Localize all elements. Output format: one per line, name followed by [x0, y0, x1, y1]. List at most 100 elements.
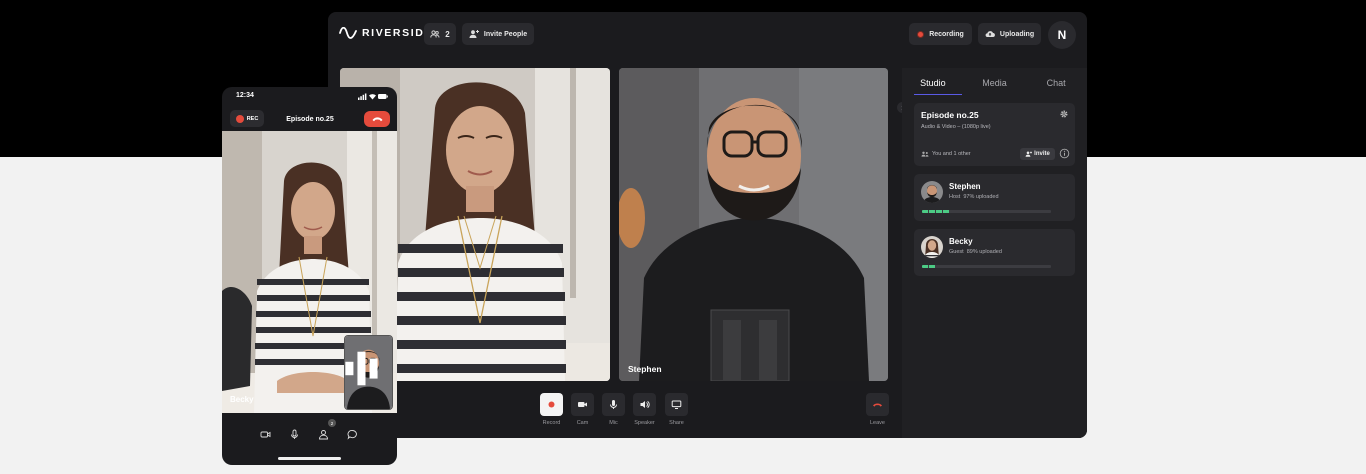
- stephen-video-feed: [619, 68, 888, 381]
- record-icon: [548, 401, 555, 408]
- recording-status-button[interactable]: Recording: [909, 23, 972, 45]
- phone-episode-title: Episode no.25: [286, 116, 334, 123]
- mic-control[interactable]: Mic: [602, 393, 625, 426]
- progress-segment: [929, 265, 935, 268]
- progress-segment: [936, 210, 942, 213]
- riverside-logo[interactable]: RIVERSIDE: [339, 25, 433, 41]
- mobile-app: 12:34 REC Episode no.25 Becky 2: [222, 87, 397, 465]
- progress-segment: [922, 210, 928, 213]
- invite-label: Invite People: [483, 30, 528, 38]
- control-bar: Record Cam Mic Speaker Share Leave: [328, 393, 898, 433]
- phone-camera-button[interactable]: [260, 429, 271, 440]
- tile-name-host: Stephen: [628, 364, 662, 374]
- people-icon: [921, 151, 929, 157]
- camera-icon: [260, 431, 271, 438]
- status-bar-time: 12:34: [236, 92, 254, 99]
- record-control[interactable]: Record: [540, 393, 563, 426]
- member-upload-progress: 89% uploaded: [966, 249, 1002, 255]
- leave-control[interactable]: Leave: [866, 393, 889, 426]
- member-status: Host 97% uploaded: [949, 194, 999, 200]
- sidebar-panel: Studio Media Chat Episode no.25 Audio & …: [902, 68, 1087, 438]
- uploading-label: Uploading: [999, 30, 1035, 38]
- upload-progress-fill: [922, 265, 1051, 268]
- top-bar: RIVERSIDE 2 Invite People Recording Uplo…: [328, 12, 1087, 56]
- leave-label: Leave: [870, 420, 885, 426]
- speaker-button[interactable]: [633, 393, 656, 416]
- studio-window: RIVERSIDE 2 Invite People Recording Uplo…: [328, 12, 1087, 438]
- member-upload-progress: 97% uploaded: [963, 194, 999, 200]
- home-indicator[interactable]: [278, 457, 341, 460]
- share-button[interactable]: [665, 393, 688, 416]
- upload-progress-bar: [922, 265, 1051, 268]
- end-call-button[interactable]: [364, 111, 390, 127]
- logo-text: RIVERSIDE: [362, 27, 433, 39]
- gear-icon[interactable]: [1059, 109, 1069, 119]
- rec-indicator[interactable]: REC: [230, 110, 264, 127]
- member-status: Guest 89% uploaded: [949, 249, 1002, 255]
- episode-people: You and 1 other: [921, 151, 971, 157]
- record-label: Record: [542, 420, 561, 426]
- record-dot-icon: [235, 114, 244, 123]
- upload-progress-bar: [922, 210, 1051, 213]
- video-tile-host[interactable]: Stephen: [619, 68, 888, 381]
- share-control[interactable]: Share: [665, 393, 688, 426]
- microphone-icon: [610, 400, 617, 409]
- phone-participant-name: Becky: [230, 395, 254, 404]
- record-dot-icon: [917, 30, 925, 38]
- people-icon: [430, 30, 440, 38]
- phone-participants-button[interactable]: [318, 429, 329, 440]
- participants-button[interactable]: 2: [424, 23, 456, 45]
- record-button[interactable]: [540, 393, 563, 416]
- self-view-thumbnail[interactable]: [344, 335, 393, 410]
- speaker-icon: [640, 400, 650, 409]
- microphone-icon: [291, 429, 298, 439]
- invite-button[interactable]: Invite: [1020, 148, 1055, 160]
- becky-avatar-image: [921, 236, 943, 258]
- participants-count: 2: [445, 29, 450, 39]
- rec-label: REC: [246, 115, 259, 122]
- avatar: [921, 236, 943, 258]
- member-card-becky[interactable]: Becky Guest 89% uploaded: [914, 229, 1075, 276]
- mic-button[interactable]: [602, 393, 625, 416]
- share-label: Share: [669, 420, 684, 426]
- cam-control[interactable]: Cam: [571, 393, 594, 426]
- cam-button[interactable]: [571, 393, 594, 416]
- screen-share-icon: [671, 400, 682, 409]
- hang-up-icon: [372, 117, 382, 122]
- invite-people-button[interactable]: Invite People: [462, 23, 534, 45]
- progress-segment: [922, 265, 928, 268]
- uploading-status-button[interactable]: Uploading: [978, 23, 1041, 45]
- speaker-control[interactable]: Speaker: [633, 393, 656, 426]
- member-card-stephen[interactable]: Stephen Host 97% uploaded: [914, 174, 1075, 221]
- stephen-avatar-image: [921, 181, 943, 203]
- person-icon: [319, 430, 328, 440]
- add-user-icon: [1025, 151, 1033, 157]
- episode-title: Episode no.25: [921, 110, 979, 120]
- phone-chat-button[interactable]: [347, 429, 358, 440]
- tab-studio[interactable]: Studio: [902, 68, 964, 98]
- audio-level-icon: [345, 351, 378, 386]
- episode-card: Episode no.25 Audio & Video – (1080p liv…: [914, 103, 1075, 166]
- member-name: Stephen: [949, 182, 981, 191]
- leave-button[interactable]: [866, 393, 889, 416]
- sidebar-tabs: Studio Media Chat: [902, 68, 1087, 98]
- status-bar-icons: [358, 93, 388, 100]
- speaker-label: Speaker: [634, 420, 655, 426]
- phone-mic-button[interactable]: [289, 429, 300, 440]
- episode-people-text: You and 1 other: [932, 151, 971, 157]
- chat-bubble-icon: [347, 430, 357, 440]
- user-avatar[interactable]: N: [1048, 21, 1076, 49]
- member-name: Becky: [949, 237, 973, 246]
- avatar: [921, 181, 943, 203]
- mic-label: Mic: [609, 420, 618, 426]
- info-icon[interactable]: [1059, 148, 1070, 159]
- cloud-upload-icon: [985, 31, 995, 38]
- participants-badge: 2: [328, 419, 336, 427]
- episode-subtitle: Audio & Video – (1080p live): [921, 124, 991, 130]
- progress-segment: [943, 210, 949, 213]
- phone-control-bar: [222, 425, 397, 443]
- tab-chat[interactable]: Chat: [1025, 68, 1087, 98]
- tab-media[interactable]: Media: [964, 68, 1026, 98]
- wave-logo-icon: [339, 27, 357, 39]
- cam-label: Cam: [576, 420, 589, 426]
